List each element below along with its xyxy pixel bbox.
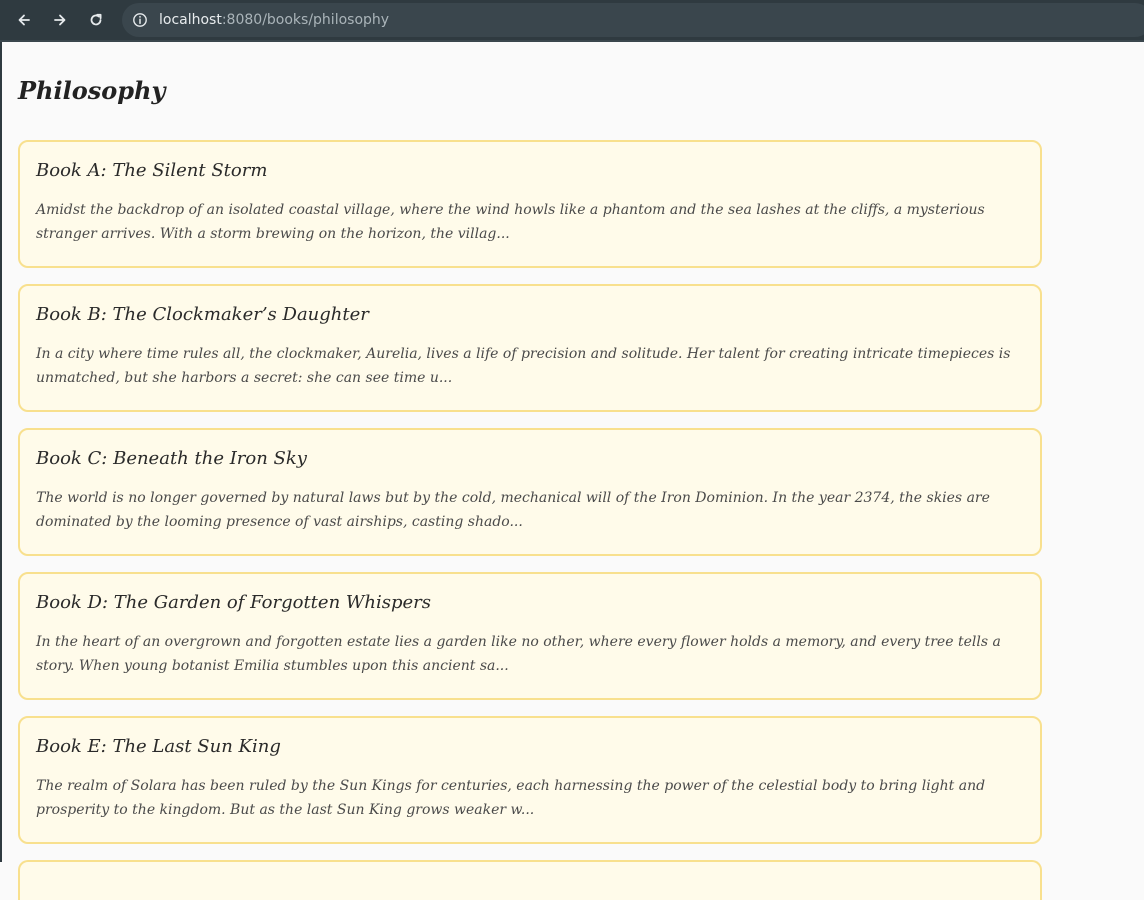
reload-icon <box>90 13 102 26</box>
book-card[interactable]: Book C: Beneath the Iron Sky The world i… <box>18 428 1042 556</box>
book-title[interactable]: Book E: The Last Sun King <box>36 734 1024 760</box>
book-description: In the heart of an overgrown and forgott… <box>36 634 1001 674</box>
address-bar[interactable]: localhost:8080/books/philosophy <box>122 3 1144 37</box>
reload-button[interactable] <box>84 8 108 32</box>
arrow-right-icon <box>54 14 66 26</box>
book-card[interactable]: Book A: The Silent Storm Amidst the back… <box>18 140 1042 268</box>
book-title[interactable]: Book D: The Garden of Forgotten Whispers <box>36 590 1024 616</box>
info-icon <box>133 13 147 27</box>
window-edge <box>0 42 2 862</box>
url-text[interactable]: localhost:8080/books/philosophy <box>159 12 389 28</box>
page-title: Philosophy <box>18 76 166 105</box>
arrow-left-icon <box>18 14 30 26</box>
book-title[interactable]: Book B: The Clockmaker’s Daughter <box>36 302 1024 328</box>
forward-button[interactable] <box>48 8 72 32</box>
book-title[interactable]: Book A: The Silent Storm <box>36 158 1024 184</box>
book-title[interactable]: Book C: Beneath the Iron Sky <box>36 446 1024 472</box>
url-host: localhost <box>159 12 222 28</box>
book-card-partial[interactable] <box>18 860 1042 900</box>
book-description: The world is no longer governed by natur… <box>36 490 990 530</box>
url-path: :8080/books/philosophy <box>221 12 390 28</box>
book-card[interactable]: Book E: The Last Sun King The realm of S… <box>18 716 1042 844</box>
book-card[interactable]: Book B: The Clockmaker’s Daughter In a c… <box>18 284 1042 412</box>
book-description: In a city where time rules all, the cloc… <box>36 346 1011 386</box>
book-description: The realm of Solara has been ruled by th… <box>36 778 986 818</box>
page-content: Philosophy Book A: The Silent Storm Amid… <box>18 42 1042 900</box>
book-description: Amidst the backdrop of an isolated coast… <box>36 202 985 242</box>
back-button[interactable] <box>12 8 36 32</box>
book-card[interactable]: Book D: The Garden of Forgotten Whispers… <box>18 572 1042 700</box>
site-info-button[interactable] <box>132 12 148 28</box>
browser-toolbar: localhost:8080/books/philosophy <box>0 0 1144 42</box>
